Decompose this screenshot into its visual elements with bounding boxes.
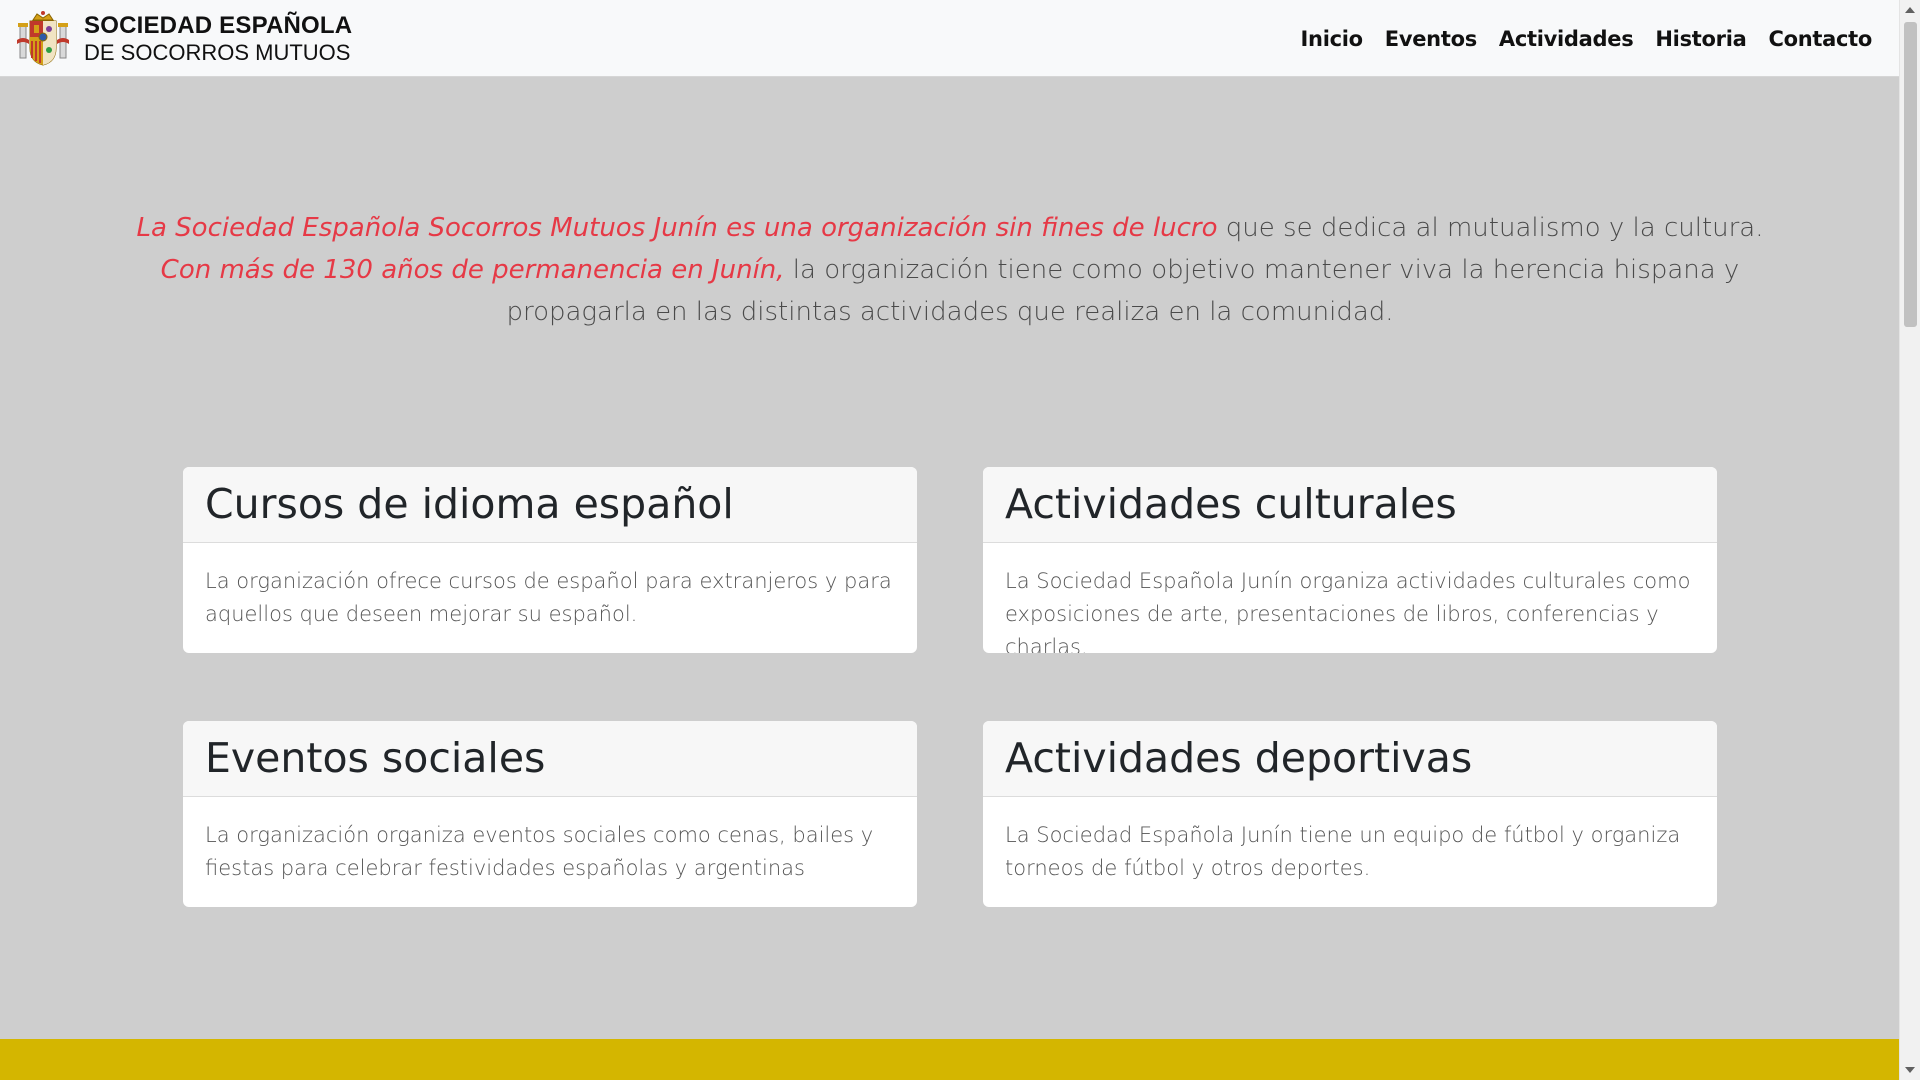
card-title: Actividades deportivas xyxy=(1005,734,1473,782)
card-header: Actividades culturales xyxy=(983,467,1717,543)
card-title: Eventos sociales xyxy=(205,734,546,782)
intro-highlight-1: La Sociedad Española Socorros Mutuos Jun… xyxy=(136,213,1218,243)
coat-of-arms-icon xyxy=(17,11,69,66)
main-nav: Inicio Eventos Actividades Historia Cont… xyxy=(1279,0,1873,77)
brand[interactable]: SOCIEDAD ESPAÑOLA DE SOCORROS MUTUOS xyxy=(16,10,352,68)
card-body: La organización ofrece cursos de español… xyxy=(205,569,892,626)
intro-text-1: que se dedica al mutualismo y la cultura… xyxy=(1217,213,1764,243)
card-header: Cursos de idioma español xyxy=(183,467,917,543)
nav-link-historia[interactable]: Historia xyxy=(1655,27,1746,51)
intro-paragraph: La Sociedad Española Socorros Mutuos Jun… xyxy=(130,207,1770,333)
nav-link-actividades[interactable]: Actividades xyxy=(1499,27,1634,51)
page: SOCIEDAD ESPAÑOLA DE SOCORROS MUTUOS Ini… xyxy=(0,0,1920,1080)
nav-link-inicio[interactable]: Inicio xyxy=(1301,27,1364,51)
card-title: Cursos de idioma español xyxy=(205,480,734,528)
scroll-thumb[interactable] xyxy=(1904,22,1917,327)
card-actividades-deportivas: Actividades deportivas La Sociedad Españ… xyxy=(983,721,1717,907)
card-body: La Sociedad Española Junín organiza acti… xyxy=(1005,569,1691,653)
card-header: Actividades deportivas xyxy=(983,721,1717,797)
nav-link-contacto[interactable]: Contacto xyxy=(1768,27,1872,51)
nav-link-eventos[interactable]: Eventos xyxy=(1385,27,1477,51)
navbar: SOCIEDAD ESPAÑOLA DE SOCORROS MUTUOS Ini… xyxy=(0,0,1899,77)
brand-text: SOCIEDAD ESPAÑOLA DE SOCORROS MUTUOS xyxy=(84,12,352,66)
brand-subtitle: DE SOCORROS MUTUOS xyxy=(84,40,351,65)
card-cursos-idioma: Cursos de idioma español La organización… xyxy=(183,467,917,653)
card-header: Eventos sociales xyxy=(183,721,917,797)
card-body: La Sociedad Española Junín tiene un equi… xyxy=(1005,823,1681,880)
card-eventos-sociales: Eventos sociales La organización organiz… xyxy=(183,721,917,907)
intro-highlight-2: Con más de 130 años de permanencia en Ju… xyxy=(160,255,785,285)
vertical-scrollbar[interactable] xyxy=(1899,0,1920,1080)
card-body: La organización organiza eventos sociale… xyxy=(205,823,874,880)
card-title: Actividades culturales xyxy=(1005,480,1457,528)
footer-band xyxy=(0,1039,1899,1080)
brand-title: SOCIEDAD ESPAÑOLA xyxy=(84,12,353,39)
card-actividades-culturales: Actividades culturales La Sociedad Españ… xyxy=(983,467,1717,653)
scroll-up-arrow-icon[interactable] xyxy=(1905,7,1915,13)
scroll-down-arrow-icon[interactable] xyxy=(1905,1067,1915,1073)
